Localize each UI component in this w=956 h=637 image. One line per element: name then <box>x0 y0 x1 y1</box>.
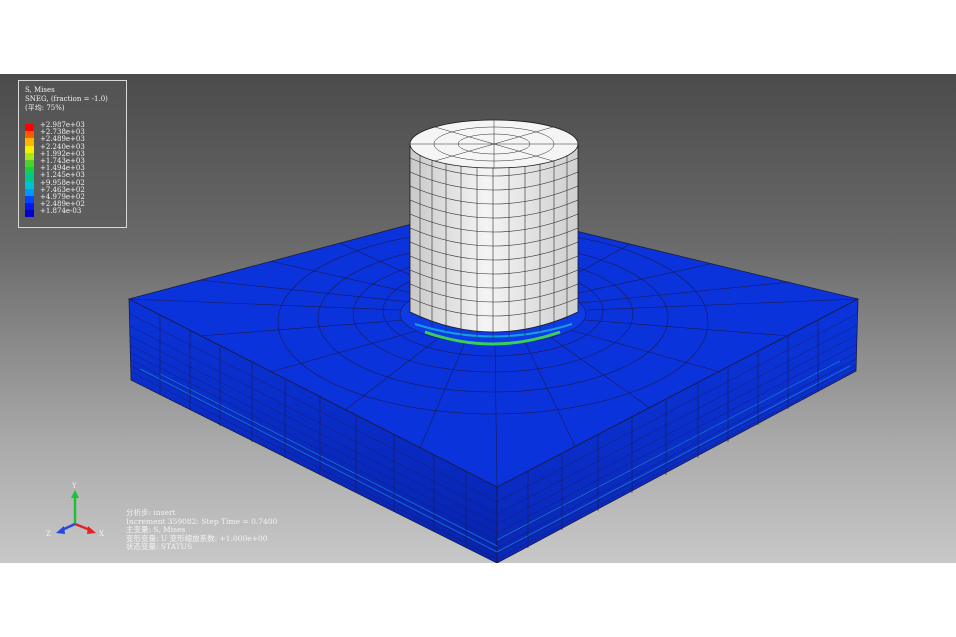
legend-swatch <box>25 174 34 182</box>
legend-swatch <box>25 138 34 146</box>
legend-swatch <box>25 181 34 189</box>
abaqus-viewport[interactable]: S, Mises SNEG, (fraction = -1.0) (平均: 75… <box>0 74 956 563</box>
legend-swatch <box>25 210 34 218</box>
legend-swatch <box>25 188 34 196</box>
contour-legend[interactable]: S, Mises SNEG, (fraction = -1.0) (平均: 75… <box>18 80 127 228</box>
legend-title: S, Mises <box>25 86 55 94</box>
legend-swatch <box>25 195 34 204</box>
legend-subtitle: SNEG, (fraction = -1.0) <box>25 95 108 103</box>
axis-triad: Y Z X <box>46 482 104 538</box>
legend-swatch <box>25 203 34 211</box>
step-info: 分析步: insert Increment 359082: Step Time … <box>126 508 277 552</box>
z-axis-label: Z <box>46 530 51 538</box>
legend-swatch <box>25 159 34 168</box>
status-var-line: 状态变量: STATUS <box>126 542 193 551</box>
cylinder-top-mesh <box>410 120 578 168</box>
fe-model <box>127 119 860 563</box>
cylinder-body <box>409 143 579 333</box>
y-axis-label: Y <box>71 482 77 490</box>
legend-swatch <box>25 131 34 139</box>
legend-color-bar <box>25 124 34 218</box>
legend-average: (平均: 75%) <box>25 104 65 112</box>
legend-tick: +1.874e-03 <box>40 207 82 216</box>
legend-swatch <box>25 167 34 175</box>
legend-swatch <box>25 124 34 132</box>
legend-swatch <box>25 152 34 160</box>
legend-swatch <box>25 145 34 153</box>
x-axis-label: X <box>99 530 104 538</box>
